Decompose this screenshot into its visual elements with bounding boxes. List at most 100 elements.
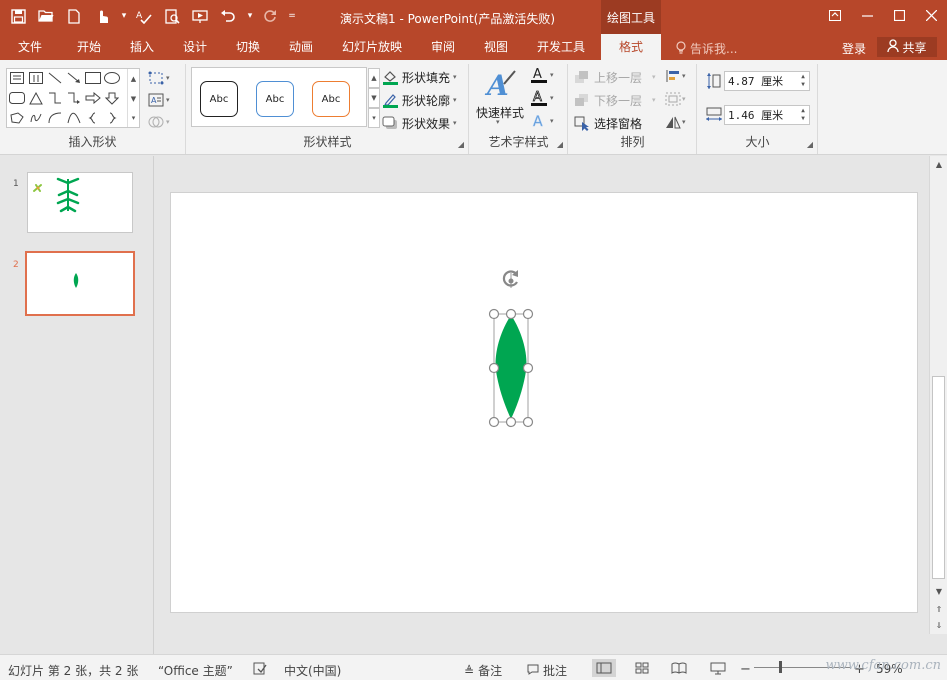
notes-button[interactable]: ≜ 备注: [464, 662, 502, 679]
close-icon[interactable]: [915, 0, 947, 30]
rotate-icon[interactable]: ▾: [665, 113, 693, 131]
shape-styles-launcher-icon[interactable]: ◢: [458, 140, 464, 149]
language-status[interactable]: 中文(中国): [284, 662, 341, 679]
left-brace-shape-icon[interactable]: [84, 110, 102, 126]
tab-developer[interactable]: 开发工具: [528, 34, 594, 60]
styles-scroll-down-icon[interactable]: ▼: [368, 88, 380, 108]
tab-view[interactable]: 视图: [470, 34, 522, 60]
login-link[interactable]: 登录: [842, 40, 866, 57]
arrow-line-shape-icon[interactable]: [65, 70, 83, 86]
elbow-connector-shape-icon[interactable]: [46, 90, 64, 106]
oval-shape-icon[interactable]: [103, 70, 121, 86]
shape-style-preset-2[interactable]: Abc: [256, 81, 294, 117]
shape-style-preset-1[interactable]: Abc: [200, 81, 238, 117]
scrollbar-thumb[interactable]: [932, 376, 945, 579]
wordart-launcher-icon[interactable]: ◢: [557, 140, 563, 149]
right-arrow-shape-icon[interactable]: [84, 90, 102, 106]
redo-icon[interactable]: [258, 5, 282, 27]
slide-thumbnail-1[interactable]: [27, 172, 133, 233]
touch-mode-icon[interactable]: [90, 5, 114, 27]
arc-shape-icon[interactable]: [46, 110, 64, 126]
send-backward-button[interactable]: 下移一层 ▾: [573, 90, 656, 110]
styles-expand-icon[interactable]: ▾: [368, 108, 380, 128]
resize-handle-left[interactable]: [488, 362, 500, 374]
line-shape-icon[interactable]: [46, 70, 64, 86]
curve-shape-icon[interactable]: [65, 110, 83, 126]
shape-outline-button[interactable]: 形状轮廓 ▾: [381, 90, 457, 110]
new-icon[interactable]: [62, 5, 86, 27]
slide-editing-area[interactable]: [155, 156, 929, 654]
tab-slideshow[interactable]: 幻灯片放映: [332, 34, 412, 60]
share-button[interactable]: 共享: [877, 37, 937, 57]
undo-icon[interactable]: [216, 5, 240, 27]
freeform-shape-icon[interactable]: [8, 110, 26, 126]
resize-handle-bottom[interactable]: [505, 416, 517, 428]
shape-style-preset-3[interactable]: Abc: [312, 81, 350, 117]
slide-count-status[interactable]: 幻灯片 第 2 张，共 2 张: [8, 662, 138, 679]
quick-styles-button[interactable]: A 快速样式 ▾: [474, 66, 526, 126]
ribbon-display-icon[interactable]: [819, 0, 851, 30]
rounded-rectangle-shape-icon[interactable]: [8, 90, 26, 106]
resize-handle-bottom-right[interactable]: [522, 416, 534, 428]
scroll-down-icon[interactable]: ▼: [932, 584, 946, 598]
right-brace-shape-icon[interactable]: [103, 110, 121, 126]
resize-handle-top[interactable]: [505, 308, 517, 320]
current-slide[interactable]: [170, 192, 918, 613]
tab-transitions[interactable]: 切换: [222, 34, 274, 60]
vertical-textbox-shape-icon[interactable]: [27, 70, 45, 86]
slide-thumbnail-2[interactable]: [25, 251, 135, 316]
resize-handle-bottom-left[interactable]: [488, 416, 500, 428]
zoom-out-icon[interactable]: −: [740, 662, 751, 677]
text-box-icon[interactable]: A ▾: [148, 91, 176, 109]
tell-me-box[interactable]: 告诉我...: [676, 40, 737, 57]
leaf-shape[interactable]: [495, 315, 527, 419]
height-spinner-icon[interactable]: ▲ ▼: [798, 72, 808, 90]
merge-shapes-icon[interactable]: ▾: [148, 113, 176, 131]
minimize-icon[interactable]: [851, 0, 883, 30]
shapes-gallery[interactable]: ▲ ▼ ▾: [6, 68, 140, 128]
scribble-shape-icon[interactable]: [27, 110, 45, 126]
normal-view-icon[interactable]: [592, 659, 616, 677]
dropdown-arrow-icon[interactable]: ▾: [118, 5, 130, 27]
shape-height-input[interactable]: 4.87 厘米 ▲ ▼: [724, 71, 810, 91]
textbox-shape-icon[interactable]: [8, 70, 26, 86]
down-arrow-shape-icon[interactable]: [103, 90, 121, 106]
text-fill-icon[interactable]: A ▾: [530, 66, 558, 84]
scroll-up-icon[interactable]: ▲: [932, 157, 946, 171]
shape-effects-button[interactable]: 形状效果 ▾: [381, 113, 457, 133]
tab-design[interactable]: 设计: [169, 34, 221, 60]
resize-handle-top-right[interactable]: [522, 308, 534, 320]
gallery-scroll-down-icon[interactable]: ▼: [127, 89, 139, 109]
text-outline-icon[interactable]: A ▾: [530, 89, 558, 107]
slideshow-view-icon[interactable]: [706, 659, 730, 677]
tab-review[interactable]: 审阅: [417, 34, 469, 60]
group-icon[interactable]: ▾: [665, 90, 693, 108]
spellcheck-icon[interactable]: [253, 662, 267, 675]
text-effects-icon[interactable]: A ▾: [530, 112, 558, 130]
spelling-icon[interactable]: A: [132, 5, 156, 27]
bring-forward-button[interactable]: 上移一层 ▾: [573, 67, 656, 87]
vertical-scrollbar[interactable]: ▲ ▼ ⇑ ⇓: [929, 156, 947, 634]
edit-shape-icon[interactable]: ▾: [148, 69, 176, 87]
print-preview-icon[interactable]: [160, 5, 184, 27]
maximize-icon[interactable]: [883, 0, 915, 30]
align-icon[interactable]: ▾: [665, 67, 693, 85]
tab-animations[interactable]: 动画: [275, 34, 327, 60]
size-launcher-icon[interactable]: ◢: [807, 140, 813, 149]
tab-file[interactable]: 文件: [4, 34, 56, 60]
gallery-scroll-up-icon[interactable]: ▲: [127, 69, 139, 89]
tab-format[interactable]: 格式: [601, 34, 661, 60]
slideshow-from-start-icon[interactable]: [188, 5, 212, 27]
width-spinner-icon[interactable]: ▲ ▼: [798, 106, 808, 124]
gallery-expand-icon[interactable]: ▾: [127, 109, 139, 127]
shape-fill-button[interactable]: 形状填充 ▾: [381, 67, 457, 87]
shape-styles-gallery[interactable]: Abc Abc Abc ▲ ▼ ▾: [191, 67, 380, 128]
next-slide-icon[interactable]: ⇓: [932, 618, 946, 632]
selection-pane-button[interactable]: 选择窗格: [573, 113, 642, 133]
tab-home[interactable]: 开始: [62, 34, 116, 60]
customize-qat-icon[interactable]: =: [286, 5, 298, 27]
resize-handle-top-left[interactable]: [488, 308, 500, 320]
styles-scroll-up-icon[interactable]: ▲: [368, 68, 380, 88]
triangle-shape-icon[interactable]: [27, 90, 45, 106]
undo-dropdown-icon[interactable]: ▾: [244, 5, 256, 27]
